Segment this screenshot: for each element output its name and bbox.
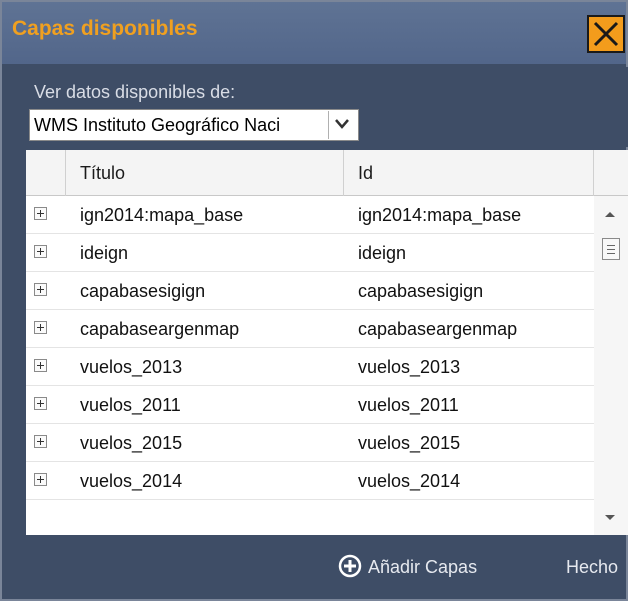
row-title: vuelos_2015 — [80, 433, 183, 453]
expand-icon[interactable] — [34, 321, 47, 334]
close-button[interactable] — [587, 15, 625, 53]
expand-icon[interactable] — [34, 207, 47, 220]
source-label: Ver datos disponibles de: — [34, 82, 236, 102]
row-id: vuelos_2015 — [358, 433, 461, 453]
row-id: vuelos_2011 — [358, 395, 459, 415]
vertical-scrollbar[interactable] — [594, 196, 628, 535]
row-id: vuelos_2013 — [358, 357, 461, 377]
table-row[interactable]: vuelos_2011 vuelos_2011 — [26, 386, 594, 424]
row-id: capabaseargenmap — [358, 319, 518, 339]
expand-icon[interactable] — [34, 397, 47, 410]
source-select[interactable]: WMS Instituto Geográfico Naci — [29, 109, 359, 141]
chevron-down-icon — [335, 119, 349, 129]
column-header-id[interactable]: Id — [344, 150, 594, 196]
expand-icon[interactable] — [34, 359, 47, 372]
table-row[interactable]: vuelos_2014 vuelos_2014 — [26, 462, 594, 500]
row-title: capabaseargenmap — [80, 319, 240, 339]
row-id: vuelos_2014 — [358, 471, 461, 491]
row-title: ign2014:mapa_base — [80, 205, 244, 225]
done-button[interactable]: Hecho — [566, 557, 618, 578]
scrollbar-thumb[interactable] — [602, 238, 620, 260]
add-layers-label: Añadir Capas — [368, 557, 478, 577]
dialog-title: Capas disponibles — [12, 17, 198, 40]
dropdown-button[interactable] — [328, 111, 357, 139]
row-id: ign2014:mapa_base — [358, 205, 522, 225]
expand-icon[interactable] — [34, 283, 47, 296]
scroll-up-icon[interactable] — [604, 210, 616, 218]
header-scroll-spacer — [594, 150, 628, 196]
source-select-value: WMS Instituto Geográfico Naci — [34, 115, 281, 135]
table-row[interactable]: vuelos_2013 vuelos_2013 — [26, 348, 594, 386]
row-id: ideign — [358, 243, 407, 263]
expand-icon[interactable] — [34, 473, 47, 486]
row-title: vuelos_2014 — [80, 471, 183, 491]
column-header-title[interactable]: Título — [66, 150, 344, 196]
table-row[interactable]: capabasesigign capabasesigign — [26, 272, 594, 310]
dialog-footer: Añadir Capas Hecho — [26, 536, 626, 599]
table-row[interactable]: capabaseargenmap capabaseargenmap — [26, 310, 594, 348]
scroll-down-icon[interactable] — [604, 514, 616, 522]
table-row[interactable]: ideign ideign — [26, 234, 594, 272]
plus-circle-icon — [338, 554, 362, 578]
expand-icon[interactable] — [34, 435, 47, 448]
row-title: capabasesigign — [80, 281, 206, 301]
expand-icon[interactable] — [34, 245, 47, 258]
grid-header: Título Id — [26, 150, 628, 196]
layers-grid: Título Id ign2014:mapa_base ign2014:mapa… — [26, 150, 628, 535]
header-expander-column — [26, 150, 66, 196]
row-id: capabasesigign — [358, 281, 484, 301]
table-row[interactable]: ign2014:mapa_base ign2014:mapa_base — [26, 196, 594, 234]
row-title: ideign — [80, 243, 129, 263]
close-icon — [593, 21, 619, 47]
table-row[interactable]: vuelos_2015 vuelos_2015 — [26, 424, 594, 462]
row-title: vuelos_2011 — [80, 395, 181, 415]
dialog-titlebar[interactable]: Capas disponibles — [2, 2, 626, 64]
source-bar: Ver datos disponibles de: WMS Instituto … — [26, 67, 628, 147]
row-title: vuelos_2013 — [80, 357, 183, 377]
